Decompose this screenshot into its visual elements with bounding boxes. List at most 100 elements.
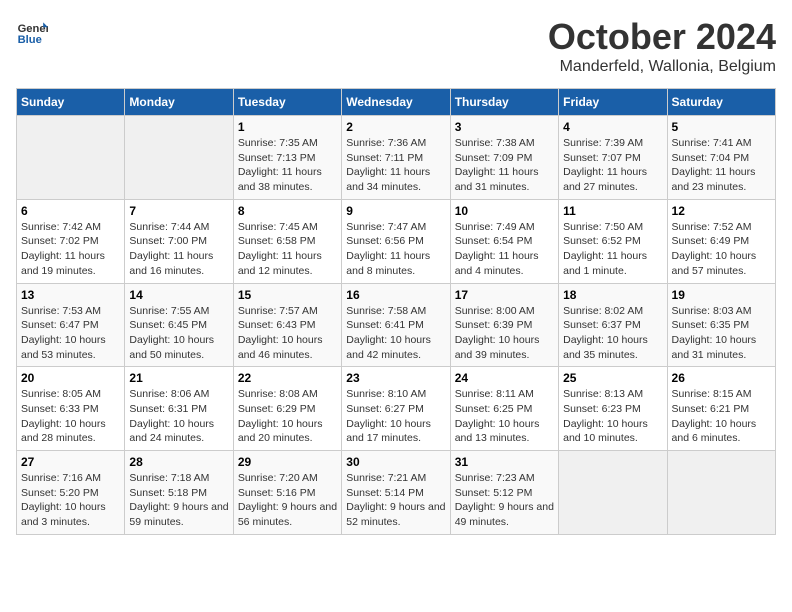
svg-text:Blue: Blue xyxy=(18,34,42,46)
day-number: 1 xyxy=(238,120,337,134)
day-info: Sunrise: 8:10 AMSunset: 6:27 PMDaylight:… xyxy=(346,387,445,446)
calendar-week-row: 20 Sunrise: 8:05 AMSunset: 6:33 PMDayligh… xyxy=(17,367,776,451)
day-number: 11 xyxy=(563,204,662,218)
calendar-cell: 23 Sunrise: 8:10 AMSunset: 6:27 PMDayligh… xyxy=(342,367,450,451)
day-number: 24 xyxy=(455,371,554,385)
calendar-table: SundayMondayTuesdayWednesdayThursdayFrid… xyxy=(16,88,776,535)
day-info: Sunrise: 8:02 AMSunset: 6:37 PMDaylight:… xyxy=(563,304,662,363)
calendar-day-header: Monday xyxy=(125,89,233,116)
day-info: Sunrise: 7:38 AMSunset: 7:09 PMDaylight:… xyxy=(455,136,554,195)
calendar-cell: 20 Sunrise: 8:05 AMSunset: 6:33 PMDayligh… xyxy=(17,367,125,451)
calendar-cell: 14Sunrise: 7:55 AMSunset: 6:45 PMDayligh… xyxy=(125,283,233,367)
day-number: 7 xyxy=(129,204,228,218)
calendar-cell xyxy=(667,451,775,535)
calendar-cell xyxy=(125,116,233,200)
day-number: 31 xyxy=(455,455,554,469)
calendar-cell: 11 Sunrise: 7:50 AMSunset: 6:52 PMDayligh… xyxy=(559,199,667,283)
calendar-cell: 9 Sunrise: 7:47 AMSunset: 6:56 PMDaylight… xyxy=(342,199,450,283)
day-info: Sunrise: 8:06 AMSunset: 6:31 PMDaylight:… xyxy=(129,387,228,446)
day-number: 3 xyxy=(455,120,554,134)
day-number: 12 xyxy=(672,204,771,218)
day-info: Sunrise: 7:58 AMSunset: 6:41 PMDaylight:… xyxy=(346,304,445,363)
day-number: 9 xyxy=(346,204,445,218)
calendar-cell: 29 Sunrise: 7:20 AMSunset: 5:16 PMDayligh… xyxy=(233,451,341,535)
calendar-cell xyxy=(17,116,125,200)
calendar-week-row: 13Sunrise: 7:53 AMSunset: 6:47 PMDayligh… xyxy=(17,283,776,367)
calendar-cell: 15Sunrise: 7:57 AMSunset: 6:43 PMDayligh… xyxy=(233,283,341,367)
day-info: Sunrise: 7:16 AMSunset: 5:20 PMDaylight:… xyxy=(21,471,120,530)
day-info: Sunrise: 7:21 AMSunset: 5:14 PMDaylight:… xyxy=(346,471,445,530)
day-info: Sunrise: 7:49 AMSunset: 6:54 PMDaylight:… xyxy=(455,220,554,279)
calendar-cell: 7 Sunrise: 7:44 AMSunset: 7:00 PMDaylight… xyxy=(125,199,233,283)
day-number: 19 xyxy=(672,288,771,302)
calendar-cell: 1 Sunrise: 7:35 AMSunset: 7:13 PMDaylight… xyxy=(233,116,341,200)
calendar-cell: 12 Sunrise: 7:52 AMSunset: 6:49 PMDayligh… xyxy=(667,199,775,283)
day-info: Sunrise: 7:35 AMSunset: 7:13 PMDaylight:… xyxy=(238,136,337,195)
calendar-cell xyxy=(559,451,667,535)
day-info: Sunrise: 7:39 AMSunset: 7:07 PMDaylight:… xyxy=(563,136,662,195)
day-info: Sunrise: 7:41 AMSunset: 7:04 PMDaylight:… xyxy=(672,136,771,195)
day-info: Sunrise: 7:20 AMSunset: 5:16 PMDaylight:… xyxy=(238,471,337,530)
calendar-week-row: 6 Sunrise: 7:42 AMSunset: 7:02 PMDaylight… xyxy=(17,199,776,283)
calendar-cell: 21 Sunrise: 8:06 AMSunset: 6:31 PMDayligh… xyxy=(125,367,233,451)
calendar-cell: 22Sunrise: 8:08 AMSunset: 6:29 PMDayligh… xyxy=(233,367,341,451)
day-number: 10 xyxy=(455,204,554,218)
calendar-cell: 17 Sunrise: 8:00 AMSunset: 6:39 PMDayligh… xyxy=(450,283,558,367)
day-number: 28 xyxy=(129,455,228,469)
day-info: Sunrise: 8:05 AMSunset: 6:33 PMDaylight:… xyxy=(21,387,120,446)
day-number: 18 xyxy=(563,288,662,302)
day-number: 29 xyxy=(238,455,337,469)
day-info: Sunrise: 7:57 AMSunset: 6:43 PMDaylight:… xyxy=(238,304,337,363)
location: Manderfeld, Wallonia, Belgium xyxy=(548,58,776,76)
day-info: Sunrise: 7:50 AMSunset: 6:52 PMDaylight:… xyxy=(563,220,662,279)
calendar-week-row: 27Sunrise: 7:16 AMSunset: 5:20 PMDayligh… xyxy=(17,451,776,535)
day-info: Sunrise: 8:13 AMSunset: 6:23 PMDaylight:… xyxy=(563,387,662,446)
day-info: Sunrise: 7:53 AMSunset: 6:47 PMDaylight:… xyxy=(21,304,120,363)
day-number: 6 xyxy=(21,204,120,218)
calendar-cell: 16 Sunrise: 7:58 AMSunset: 6:41 PMDayligh… xyxy=(342,283,450,367)
calendar-day-header: Tuesday xyxy=(233,89,341,116)
day-info: Sunrise: 7:52 AMSunset: 6:49 PMDaylight:… xyxy=(672,220,771,279)
calendar-cell: 5 Sunrise: 7:41 AMSunset: 7:04 PMDaylight… xyxy=(667,116,775,200)
day-number: 21 xyxy=(129,371,228,385)
calendar-cell: 27Sunrise: 7:16 AMSunset: 5:20 PMDayligh… xyxy=(17,451,125,535)
calendar-cell: 2Sunrise: 7:36 AMSunset: 7:11 PMDaylight… xyxy=(342,116,450,200)
day-number: 5 xyxy=(672,120,771,134)
day-info: Sunrise: 7:47 AMSunset: 6:56 PMDaylight:… xyxy=(346,220,445,279)
day-info: Sunrise: 7:36 AMSunset: 7:11 PMDaylight:… xyxy=(346,136,445,195)
day-number: 20 xyxy=(21,371,120,385)
month-title: October 2024 xyxy=(548,16,776,58)
calendar-day-header: Friday xyxy=(559,89,667,116)
calendar-cell: 31Sunrise: 7:23 AMSunset: 5:12 PMDayligh… xyxy=(450,451,558,535)
calendar-cell: 13Sunrise: 7:53 AMSunset: 6:47 PMDayligh… xyxy=(17,283,125,367)
title-block: October 2024 Manderfeld, Wallonia, Belgi… xyxy=(548,16,776,76)
day-info: Sunrise: 7:45 AMSunset: 6:58 PMDaylight:… xyxy=(238,220,337,279)
day-number: 23 xyxy=(346,371,445,385)
day-number: 17 xyxy=(455,288,554,302)
calendar-cell: 25 Sunrise: 8:13 AMSunset: 6:23 PMDayligh… xyxy=(559,367,667,451)
calendar-cell: 8 Sunrise: 7:45 AMSunset: 6:58 PMDaylight… xyxy=(233,199,341,283)
calendar-cell: 4 Sunrise: 7:39 AMSunset: 7:07 PMDaylight… xyxy=(559,116,667,200)
page-header: General Blue October 2024 Manderfeld, Wa… xyxy=(16,16,776,76)
day-info: Sunrise: 7:18 AMSunset: 5:18 PMDaylight:… xyxy=(129,471,228,530)
day-info: Sunrise: 7:44 AMSunset: 7:00 PMDaylight:… xyxy=(129,220,228,279)
day-info: Sunrise: 8:08 AMSunset: 6:29 PMDaylight:… xyxy=(238,387,337,446)
day-number: 4 xyxy=(563,120,662,134)
calendar-cell: 28 Sunrise: 7:18 AMSunset: 5:18 PMDayligh… xyxy=(125,451,233,535)
calendar-cell: 26Sunrise: 8:15 AMSunset: 6:21 PMDayligh… xyxy=(667,367,775,451)
calendar-cell: 24Sunrise: 8:11 AMSunset: 6:25 PMDayligh… xyxy=(450,367,558,451)
day-number: 30 xyxy=(346,455,445,469)
day-info: Sunrise: 8:00 AMSunset: 6:39 PMDaylight:… xyxy=(455,304,554,363)
day-number: 8 xyxy=(238,204,337,218)
calendar-cell: 10 Sunrise: 7:49 AMSunset: 6:54 PMDayligh… xyxy=(450,199,558,283)
day-number: 16 xyxy=(346,288,445,302)
calendar-day-header: Thursday xyxy=(450,89,558,116)
day-info: Sunrise: 7:42 AMSunset: 7:02 PMDaylight:… xyxy=(21,220,120,279)
calendar-header-row: SundayMondayTuesdayWednesdayThursdayFrid… xyxy=(17,89,776,116)
day-number: 26 xyxy=(672,371,771,385)
calendar-week-row: 1 Sunrise: 7:35 AMSunset: 7:13 PMDaylight… xyxy=(17,116,776,200)
day-number: 25 xyxy=(563,371,662,385)
calendar-day-header: Saturday xyxy=(667,89,775,116)
logo: General Blue xyxy=(16,16,48,48)
day-info: Sunrise: 8:03 AMSunset: 6:35 PMDaylight:… xyxy=(672,304,771,363)
